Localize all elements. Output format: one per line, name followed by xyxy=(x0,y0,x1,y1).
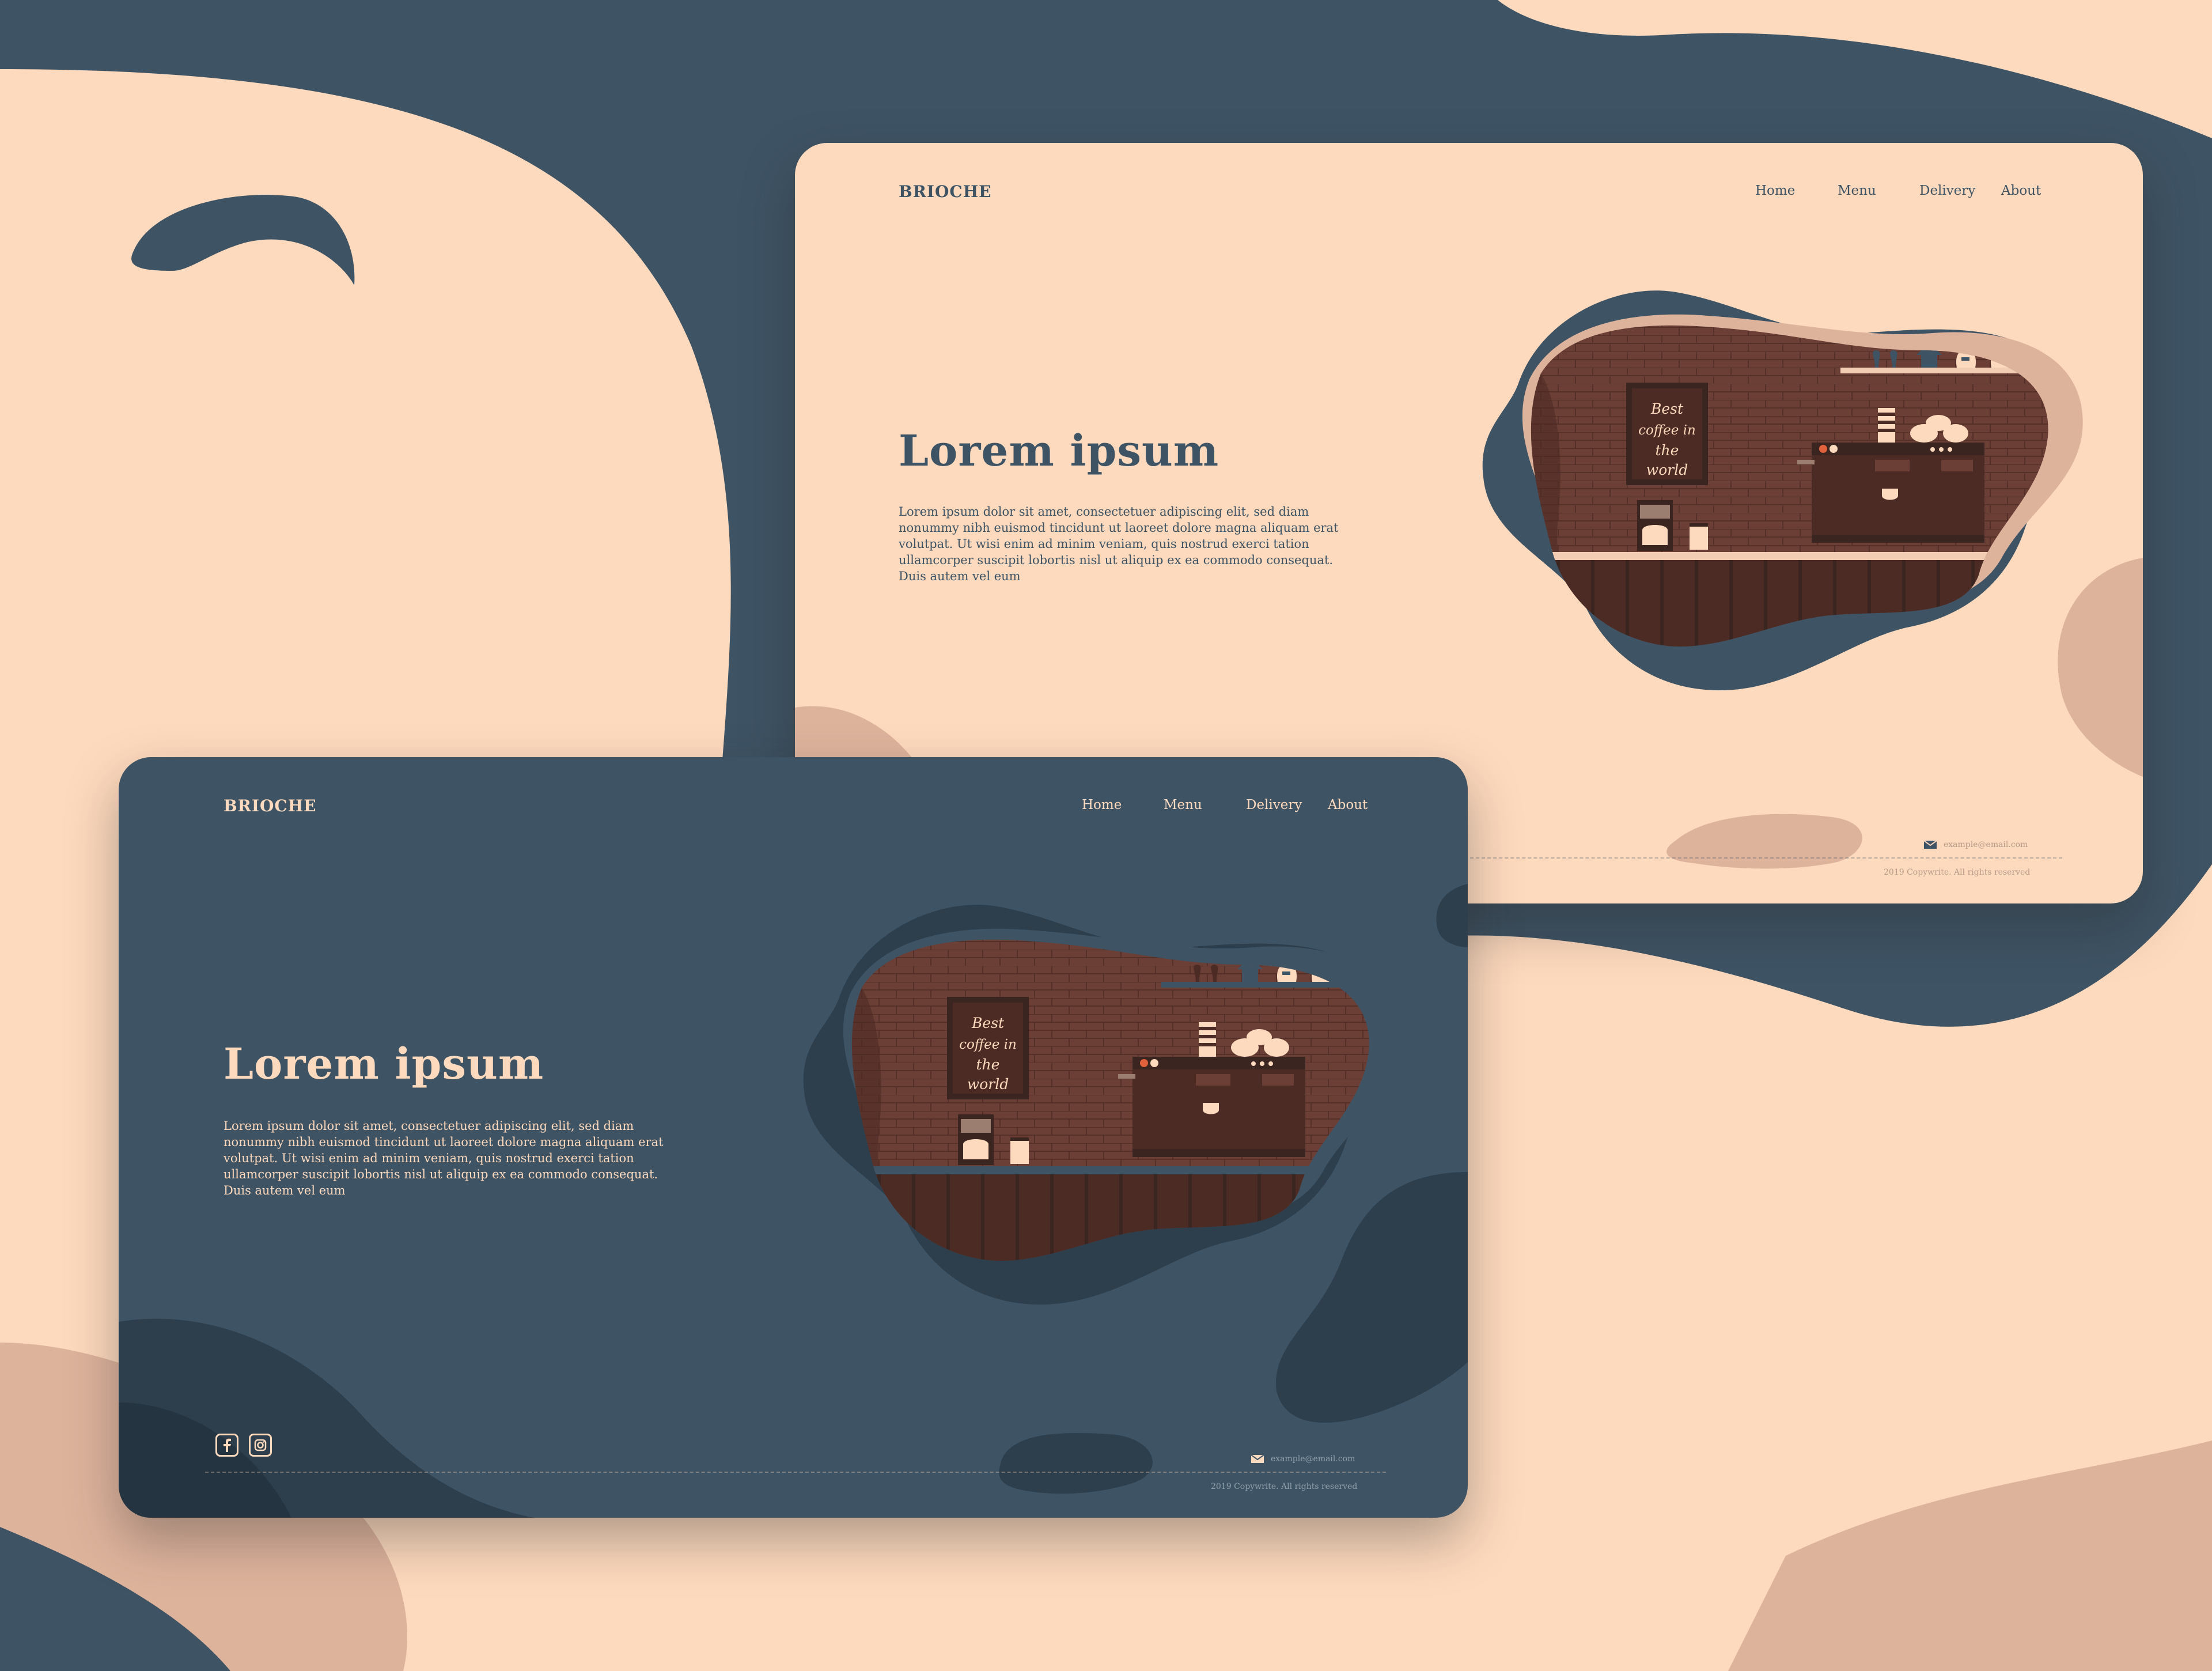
nav-about[interactable]: About xyxy=(2001,183,2041,198)
poster-line-1: Best xyxy=(971,1015,1005,1031)
landing-page-dark: BRIOCHE Home Menu Delivery About Lorem i… xyxy=(119,757,1468,1518)
poster-line-4: world xyxy=(967,1076,1009,1092)
facebook-icon[interactable] xyxy=(215,1434,238,1457)
nav-delivery[interactable]: Delivery xyxy=(1919,183,2001,198)
hero-title: Lorem ipsum xyxy=(224,1039,544,1089)
poster-line-2: coffee in xyxy=(959,1037,1017,1052)
envelope-icon xyxy=(1251,1455,1264,1463)
poster-line-3: the xyxy=(1656,442,1679,459)
poster-line-4: world xyxy=(1646,462,1688,478)
footer-divider xyxy=(205,1472,1386,1473)
brand-logo[interactable]: BRIOCHE xyxy=(899,182,992,201)
poster-line-2: coffee in xyxy=(1638,423,1696,438)
brand-logo[interactable]: BRIOCHE xyxy=(224,796,317,815)
poster-line-1: Best xyxy=(1650,400,1684,417)
nav-about[interactable]: About xyxy=(1328,797,1368,812)
main-nav: Home Menu Delivery About xyxy=(1082,797,1368,812)
nav-home[interactable]: Home xyxy=(1755,183,1838,198)
nav-delivery[interactable]: Delivery xyxy=(1246,797,1328,812)
cafe-illustration: Best coffee in the world xyxy=(1482,290,2083,691)
nav-home[interactable]: Home xyxy=(1082,797,1164,812)
footer-email[interactable]: example@email.com xyxy=(1924,840,2028,849)
cafe-illustration: Best coffee in the world xyxy=(803,905,1404,1305)
envelope-icon xyxy=(1924,841,1937,849)
social-links xyxy=(215,1434,272,1457)
email-text: example@email.com xyxy=(1271,1454,1355,1464)
hero-description: Lorem ipsum dolor sit amet, consectetuer… xyxy=(899,505,1339,583)
hero-title: Lorem ipsum xyxy=(899,426,1219,476)
poster-line-3: the xyxy=(976,1056,1000,1073)
footer-copyright: 2019 Copywrite. All rights reserved xyxy=(1884,868,2031,877)
footer-email[interactable]: example@email.com xyxy=(1251,1454,1355,1464)
main-nav: Home Menu Delivery About xyxy=(1755,183,2041,198)
nav-menu[interactable]: Menu xyxy=(1164,797,1246,812)
nav-menu[interactable]: Menu xyxy=(1838,183,1919,198)
footer-copyright: 2019 Copywrite. All rights reserved xyxy=(1211,1482,1358,1491)
hero-description: Lorem ipsum dolor sit amet, consectetuer… xyxy=(224,1119,664,1197)
email-text: example@email.com xyxy=(1944,840,2028,849)
instagram-icon[interactable] xyxy=(249,1434,272,1457)
